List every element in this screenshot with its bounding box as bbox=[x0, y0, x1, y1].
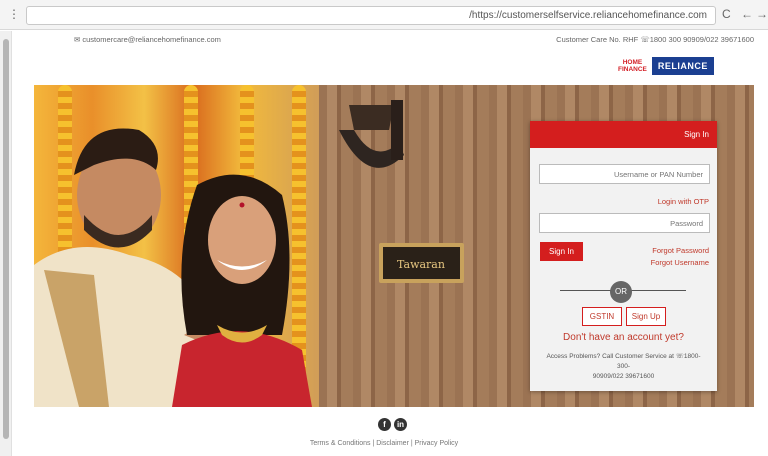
help-line: 90909/022 39671600 bbox=[592, 373, 655, 380]
top-info-bar: ✉ customercare@reliancehomefinance.com C… bbox=[14, 31, 768, 49]
forgot-password-link[interactable]: Forgot Password bbox=[651, 245, 709, 257]
reload-icon[interactable]: C bbox=[722, 7, 731, 21]
signin-panel: Sign In Login with OTP Sign In Forgot Pa… bbox=[530, 121, 717, 391]
scrollbar[interactable] bbox=[0, 31, 12, 456]
signin-button[interactable]: Sign In bbox=[540, 242, 583, 261]
signup-button[interactable]: Sign Up bbox=[626, 307, 666, 326]
menu-icon[interactable]: ⋮ bbox=[8, 7, 20, 21]
password-input[interactable] bbox=[539, 213, 710, 233]
help-text: Access Problems? Call Customer Service a… bbox=[542, 352, 705, 382]
nameplate-text: Tawaran bbox=[397, 258, 445, 271]
signin-header: Sign In bbox=[530, 121, 717, 148]
browser-toolbar: ⋮ https://customerselfservice.relianceho… bbox=[0, 0, 768, 30]
logo-line-finance: FINANCE bbox=[618, 66, 647, 73]
forgot-username-link[interactable]: Forgot Username bbox=[651, 257, 709, 269]
help-line: Access Problems? Call Customer Service a… bbox=[546, 353, 701, 370]
forward-icon[interactable]: → bbox=[756, 7, 768, 21]
social-icons: f in bbox=[378, 418, 407, 431]
or-badge: OR bbox=[610, 281, 632, 303]
scrollbar-thumb[interactable] bbox=[3, 39, 9, 439]
customer-care-number: Customer Care No. RHF ☏1800 300 90909/02… bbox=[556, 35, 754, 44]
footer-links[interactable]: Terms & Conditions | Disclaimer | Privac… bbox=[0, 440, 768, 447]
logo-brand: RELIANCE bbox=[651, 57, 714, 75]
login-with-otp-link[interactable]: Login with OTP bbox=[658, 197, 709, 206]
no-account-text[interactable]: Don't have an account yet? bbox=[530, 332, 717, 343]
woman-illustration bbox=[172, 174, 312, 407]
gstin-button[interactable]: GSTIN bbox=[582, 307, 622, 326]
logo[interactable]: HOME FINANCE RELIANCE bbox=[618, 56, 714, 76]
username-input[interactable] bbox=[539, 164, 710, 184]
address-bar[interactable]: https://customerselfservice.reliancehome… bbox=[26, 6, 716, 25]
back-icon[interactable]: ← bbox=[741, 7, 753, 21]
forgot-links: Forgot Password Forgot Username bbox=[651, 245, 709, 269]
nameplate-illustration: Tawaran bbox=[379, 243, 464, 283]
wall-lamp-illustration bbox=[339, 100, 404, 168]
logo-line-home: HOME bbox=[622, 59, 643, 66]
facebook-icon[interactable]: f bbox=[378, 418, 391, 431]
logo-subtitle: HOME FINANCE bbox=[618, 59, 647, 73]
contact-email[interactable]: ✉ customercare@reliancehomefinance.com bbox=[74, 35, 221, 44]
linkedin-icon[interactable]: in bbox=[394, 418, 407, 431]
